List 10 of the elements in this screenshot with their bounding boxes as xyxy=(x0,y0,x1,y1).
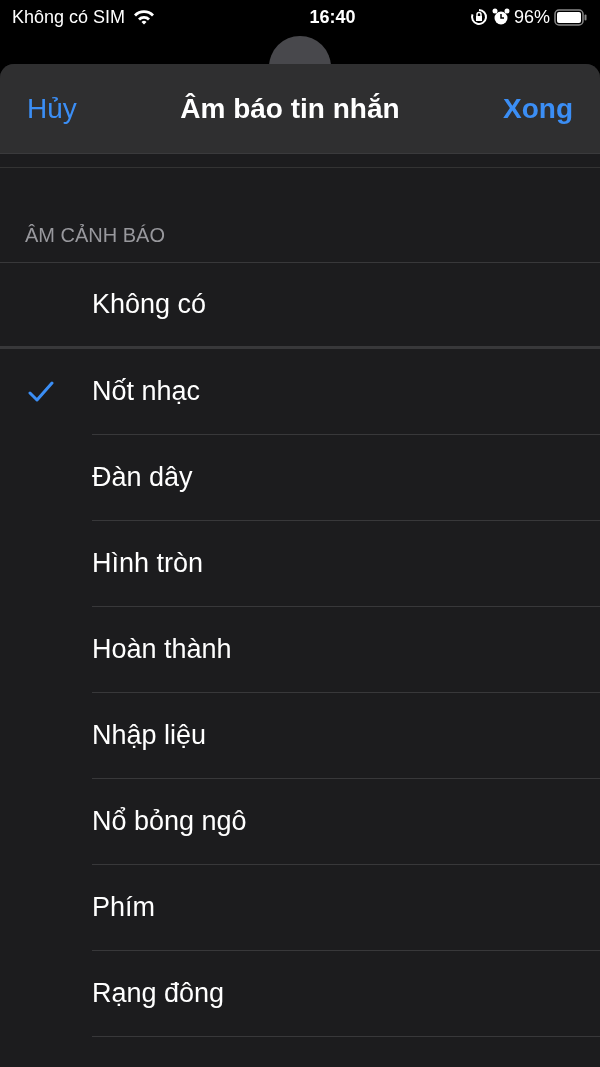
battery-percent: 96% xyxy=(513,5,550,29)
rotation-lock-icon xyxy=(469,8,488,26)
cancel-button[interactable]: Hủy xyxy=(27,87,77,130)
alarm-icon xyxy=(491,8,510,26)
carrier-text: Không có SIM xyxy=(12,5,126,29)
done-button[interactable]: Xong xyxy=(503,87,573,130)
wifi-icon xyxy=(133,9,156,25)
time-text: 16:40 xyxy=(309,5,356,29)
sheet-title: Âm báo tin nhắn xyxy=(180,91,400,126)
battery-icon xyxy=(554,8,588,26)
